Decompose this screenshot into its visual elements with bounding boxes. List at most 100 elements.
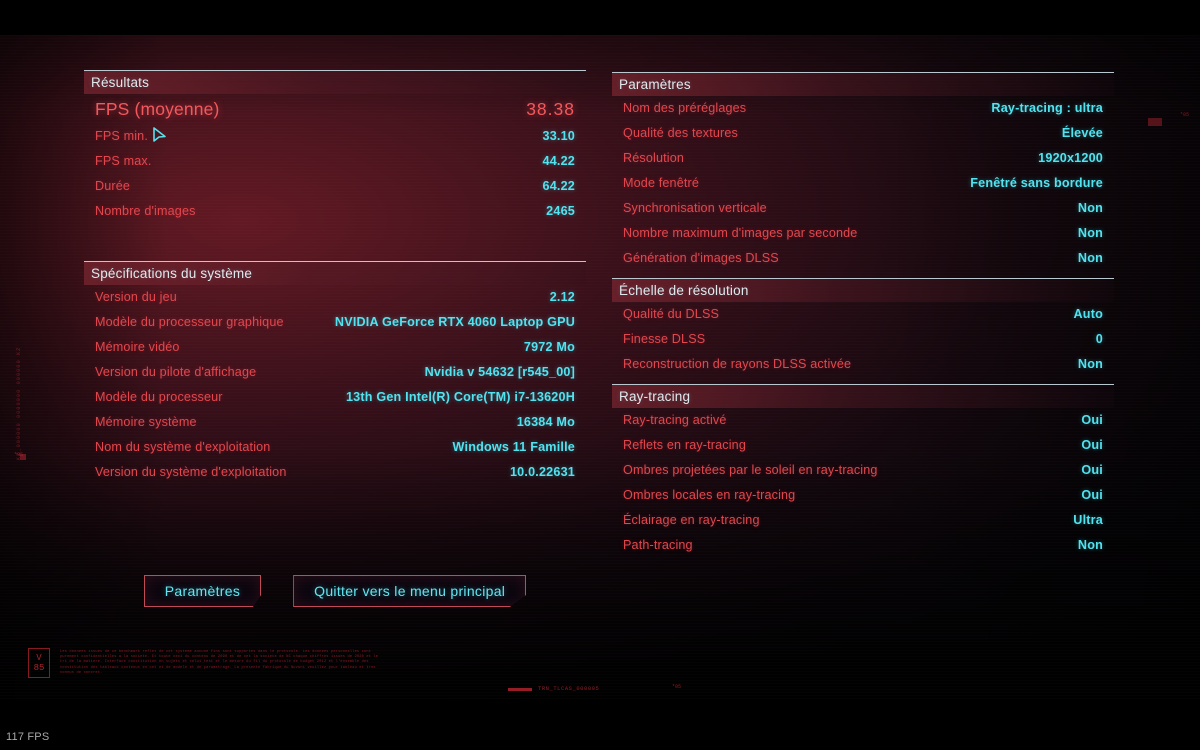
row-value: 44.22 (542, 154, 575, 168)
result-row-fps-min: FPS min. 33.10 (84, 129, 586, 154)
rt-row-enabled: Ray-tracing activé Oui (612, 413, 1114, 438)
row-label: Nom du système d'exploitation (95, 440, 271, 454)
row-value: Oui (1081, 488, 1103, 502)
section-rows: Ray-tracing activé Oui Reflets en ray-tr… (612, 408, 1114, 563)
row-value: Non (1077, 251, 1103, 265)
param-row-window-mode: Mode fenêtré Fenêtré sans bordure (612, 176, 1114, 201)
section-results: Résultats FPS (moyenne) 38.38 FPS min. 3… (84, 70, 586, 259)
resscale-row-dlss-quality: Qualité du DLSS Auto (612, 307, 1114, 332)
spec-row-os-name: Nom du système d'exploitation Windows 11… (84, 440, 586, 465)
benchmark-results-screen: Résultats FPS (moyenne) 38.38 FPS min. 3… (0, 0, 1200, 750)
row-value: Nvidia v 54632 [r545_00] (424, 365, 575, 379)
section-header-system-specs: Spécifications du système (84, 261, 586, 285)
row-label: Mode fenêtré (623, 176, 700, 190)
row-label: Modèle du processeur (95, 390, 223, 404)
section-title: Ray-tracing (619, 389, 691, 404)
row-label: Mémoire vidéo (95, 340, 180, 354)
resscale-row-dlss-ray-reconstruction: Reconstruction de rayons DLSS activée No… (612, 357, 1114, 382)
result-row-duration: Durée 64.22 (84, 179, 586, 204)
row-label: Génération d'images DLSS (623, 251, 779, 265)
section-rows: Nom des préréglages Ray-tracing : ultra … (612, 96, 1114, 276)
row-value: 16384 Mo (516, 415, 575, 429)
row-value: 38.38 (526, 99, 575, 119)
row-label: Nombre maximum d'images par seconde (623, 226, 858, 240)
section-header-resolution-scale: Échelle de résolution (612, 278, 1114, 302)
row-value: Ultra (1073, 513, 1103, 527)
row-value: Non (1077, 226, 1103, 240)
param-row-vsync: Synchronisation verticale Non (612, 201, 1114, 226)
spec-row-system-memory: Mémoire système 16384 Mo (84, 415, 586, 440)
spec-row-cpu-model: Modèle du processeur 13th Gen Intel(R) C… (84, 390, 586, 415)
row-label: Version du système d'exploitation (95, 465, 287, 479)
row-label: Qualité du DLSS (623, 307, 720, 321)
spec-row-game-version: Version du jeu 2.12 (84, 290, 586, 315)
row-label: Éclairage en ray-tracing (623, 513, 760, 527)
fps-counter-overlay: 117 FPS (6, 731, 50, 743)
row-label: Version du jeu (95, 290, 177, 304)
row-value: Ray-tracing : ultra (991, 101, 1103, 115)
row-label: Modèle du processeur graphique (95, 315, 284, 329)
param-row-texture-quality: Qualité des textures Élevée (612, 126, 1114, 151)
row-label: Mémoire système (95, 415, 197, 429)
param-row-resolution: Résolution 1920x1200 (612, 151, 1114, 176)
row-value: Windows 11 Famille (452, 440, 575, 454)
rt-row-reflections: Reflets en ray-tracing Oui (612, 438, 1114, 463)
rt-row-path-tracing: Path-tracing Non (612, 538, 1114, 563)
row-label: Reflets en ray-tracing (623, 438, 746, 452)
row-value: 33.10 (542, 129, 575, 143)
row-value: Non (1077, 201, 1103, 215)
row-value: Oui (1081, 463, 1103, 477)
row-value: 2465 (546, 204, 575, 218)
result-row-fps-max: FPS max. 44.22 (84, 154, 586, 179)
section-header-ray-tracing: Ray-tracing (612, 384, 1114, 408)
row-value: Oui (1081, 413, 1103, 427)
row-label: Qualité des textures (623, 126, 739, 140)
section-rows: Version du jeu 2.12 Modèle du processeur… (84, 285, 586, 490)
spec-row-gpu-model: Modèle du processeur graphique NVIDIA Ge… (84, 315, 586, 340)
row-value: 10.0.22631 (509, 465, 575, 479)
row-label: Ray-tracing activé (623, 413, 727, 427)
row-value: 1920x1200 (1038, 151, 1103, 165)
results-panel: Résultats FPS (moyenne) 38.38 FPS min. 3… (84, 70, 586, 492)
row-value: NVIDIA GeForce RTX 4060 Laptop GPU (334, 315, 575, 329)
action-button-bar: Paramètres Quitter vers le menu principa… (84, 575, 586, 607)
row-value: Fenêtré sans bordure (970, 176, 1103, 190)
param-row-preset-name: Nom des préréglages Ray-tracing : ultra (612, 101, 1114, 126)
section-header-parameters: Paramètres (612, 72, 1114, 96)
section-title: Paramètres (619, 77, 691, 92)
rt-row-lighting: Éclairage en ray-tracing Ultra (612, 513, 1114, 538)
row-label: Synchronisation verticale (623, 201, 767, 215)
row-label: FPS max. (95, 154, 152, 168)
row-label: Path-tracing (623, 538, 693, 552)
letterbox-top (0, 0, 1200, 35)
row-value: 2.12 (549, 290, 575, 304)
row-value: 7972 Mo (523, 340, 575, 354)
row-label: Version du pilote d'affichage (95, 365, 257, 379)
row-label: FPS min. (95, 129, 148, 143)
quit-to-main-menu-button[interactable]: Quitter vers le menu principal (293, 575, 527, 607)
section-resolution-scale: Échelle de résolution Qualité du DLSS Au… (612, 278, 1114, 382)
row-value: Non (1077, 538, 1103, 552)
row-label: Résolution (623, 151, 685, 165)
settings-button[interactable]: Paramètres (143, 575, 262, 607)
spec-row-os-version: Version du système d'exploitation 10.0.2… (84, 465, 586, 490)
row-value: 13th Gen Intel(R) Core(TM) i7-13620H (345, 390, 575, 404)
section-title: Spécifications du système (91, 266, 253, 281)
section-title: Résultats (91, 75, 150, 90)
row-label: Nom des préréglages (623, 101, 747, 115)
row-value: Auto (1073, 307, 1103, 321)
resscale-row-dlss-sharpness: Finesse DLSS 0 (612, 332, 1114, 357)
spec-row-driver-version: Version du pilote d'affichage Nvidia v 5… (84, 365, 586, 390)
settings-panel: Paramètres Nom des préréglages Ray-traci… (612, 72, 1114, 565)
row-label: Ombres projetées par le soleil en ray-tr… (623, 463, 878, 477)
row-value: 0 (1095, 332, 1103, 346)
spec-row-vram: Mémoire vidéo 7972 Mo (84, 340, 586, 365)
rt-row-sun-shadows: Ombres projetées par le soleil en ray-tr… (612, 463, 1114, 488)
param-row-dlss-frame-generation: Génération d'images DLSS Non (612, 251, 1114, 276)
result-row-frame-count: Nombre d'images 2465 (84, 204, 586, 229)
row-label: Ombres locales en ray-tracing (623, 488, 796, 502)
section-parameters: Paramètres Nom des préréglages Ray-traci… (612, 72, 1114, 276)
row-value: Non (1077, 357, 1103, 371)
result-row-fps-average: FPS (moyenne) 38.38 (84, 99, 586, 129)
param-row-max-fps: Nombre maximum d'images par seconde Non (612, 226, 1114, 251)
